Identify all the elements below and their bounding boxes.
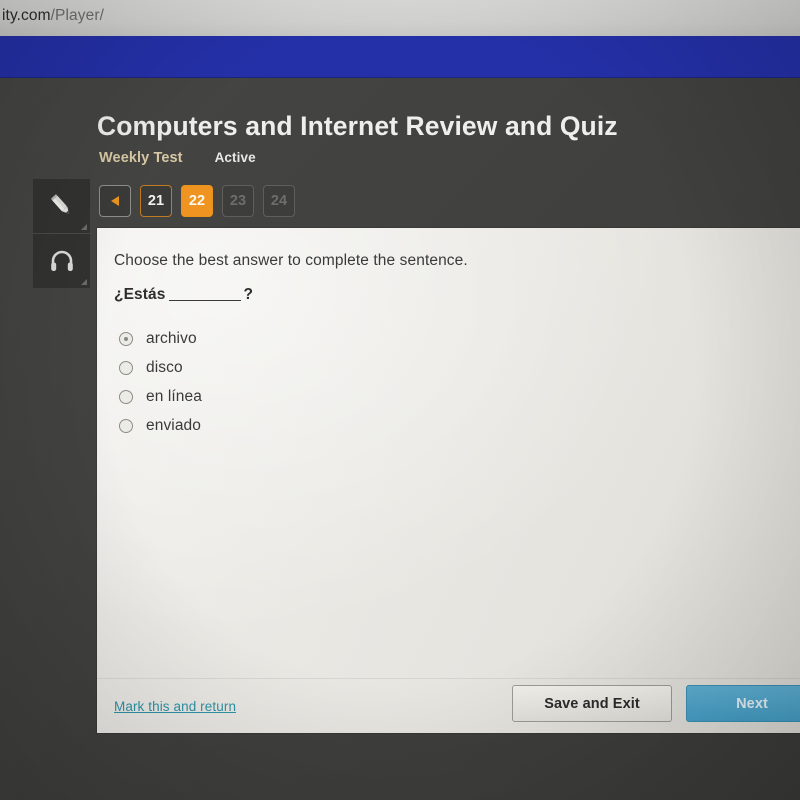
quiz-meta: Weekly Test Active bbox=[99, 150, 256, 166]
stem-before: ¿Estás bbox=[114, 286, 166, 303]
option-label: en línea bbox=[146, 387, 202, 405]
browser-toolbar: ity.com/Player/ bbox=[0, 0, 800, 36]
option-disco[interactable]: disco bbox=[119, 353, 202, 382]
option-enviado[interactable]: enviado bbox=[119, 411, 202, 440]
previous-question-button[interactable] bbox=[99, 185, 131, 217]
answer-blank bbox=[169, 300, 242, 301]
url-host: ity.com bbox=[2, 7, 51, 24]
chevron-left-icon bbox=[111, 196, 119, 206]
site-banner bbox=[0, 36, 800, 78]
stem-after: ? bbox=[243, 286, 254, 303]
question-stem: ¿Estás? bbox=[114, 286, 253, 304]
option-label: enviado bbox=[146, 416, 201, 434]
status-badge: Active bbox=[214, 150, 256, 165]
option-en-linea[interactable]: en línea bbox=[119, 382, 202, 411]
radio-icon[interactable] bbox=[119, 360, 133, 375]
page-button-22[interactable]: 22 bbox=[181, 185, 213, 217]
answer-options: archivo disco en línea enviado bbox=[119, 324, 202, 440]
save-and-exit-button[interactable]: Save and Exit bbox=[512, 685, 672, 722]
pencil-tool-button[interactable] bbox=[33, 179, 90, 233]
option-archivo[interactable]: archivo bbox=[119, 324, 202, 353]
headphones-icon bbox=[47, 246, 77, 276]
mark-this-and-return-link[interactable]: Mark this and return bbox=[114, 699, 236, 714]
radio-icon[interactable] bbox=[119, 331, 133, 346]
tool-corner-marker bbox=[81, 224, 87, 230]
page-button-23: 23 bbox=[222, 185, 254, 217]
option-label: archivo bbox=[146, 329, 197, 347]
url-path: /Player/ bbox=[50, 7, 104, 24]
tool-corner-marker bbox=[81, 279, 87, 285]
radio-icon[interactable] bbox=[119, 418, 133, 433]
address-bar[interactable]: ity.com/Player/ bbox=[2, 7, 104, 25]
screenshot-root: ity.com/Player/ Computers and Internet R… bbox=[0, 0, 800, 800]
question-card: Choose the best answer to complete the s… bbox=[97, 228, 800, 733]
tool-rail bbox=[33, 179, 90, 288]
page-button-24: 24 bbox=[263, 185, 295, 217]
headphones-tool-button[interactable] bbox=[33, 233, 90, 288]
option-label: disco bbox=[146, 358, 183, 376]
pencil-icon bbox=[47, 191, 77, 221]
quiz-subtitle: Weekly Test bbox=[99, 150, 183, 166]
footer-divider bbox=[97, 678, 800, 679]
next-button[interactable]: Next bbox=[686, 685, 800, 722]
page-title: Computers and Internet Review and Quiz bbox=[97, 111, 618, 141]
page-button-21[interactable]: 21 bbox=[140, 185, 172, 217]
question-pagination: 21 22 23 24 bbox=[99, 185, 295, 217]
question-prompt: Choose the best answer to complete the s… bbox=[114, 252, 468, 269]
radio-icon[interactable] bbox=[119, 389, 133, 404]
